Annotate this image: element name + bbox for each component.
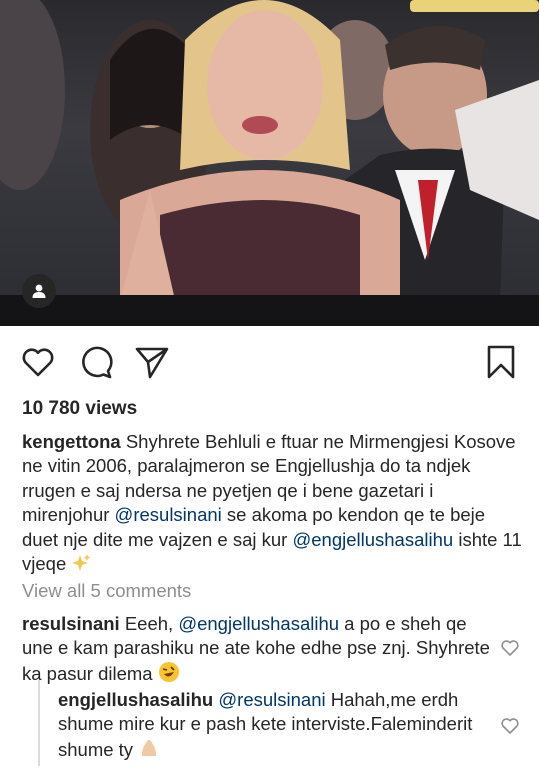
video-frame-image: [0, 0, 539, 300]
user-icon: [32, 284, 46, 298]
bookmark-icon[interactable]: [484, 344, 518, 380]
comment-mention[interactable]: @engjellushasalihu: [178, 613, 339, 634]
post-caption: kengettona Shyhrete Behluli e ftuar ne M…: [22, 430, 522, 576]
caption-mention-resulsinani[interactable]: @resulsinani: [115, 504, 222, 525]
video-letterbox: [0, 295, 539, 326]
reply-mention[interactable]: @resulsinani: [218, 689, 325, 710]
reply-like-heart-icon[interactable]: [500, 716, 520, 736]
comment-text: Eeeh,: [119, 613, 179, 634]
folded-hands-emoji-icon: [142, 739, 157, 756]
reply-username[interactable]: engjellushasalihu: [58, 689, 213, 710]
view-count: 10 780 views: [22, 398, 138, 419]
tagged-users-button[interactable]: [22, 274, 56, 308]
comment-username[interactable]: resulsinani: [22, 613, 120, 634]
caption-username[interactable]: kengettona: [22, 431, 121, 452]
sparkles-icon: [72, 554, 91, 572]
comment-like-heart-icon[interactable]: [500, 638, 520, 658]
heart-icon[interactable]: [20, 344, 56, 380]
view-all-comments-link[interactable]: View all 5 comments: [22, 580, 191, 602]
post-video[interactable]: [0, 0, 539, 326]
reply-item: engjellushasalihu @resulsinani Hahah,me …: [58, 688, 478, 762]
reply-thread: engjellushasalihu @resulsinani Hahah,me …: [38, 680, 520, 766]
caption-mention-engjellushasalihu[interactable]: @engjellushasalihu: [292, 529, 453, 550]
comment-bubble-icon[interactable]: [78, 344, 114, 380]
comment-item: resulsinani Eeeh, @engjellushasalihu a p…: [22, 612, 492, 686]
paper-plane-icon[interactable]: [134, 344, 170, 380]
